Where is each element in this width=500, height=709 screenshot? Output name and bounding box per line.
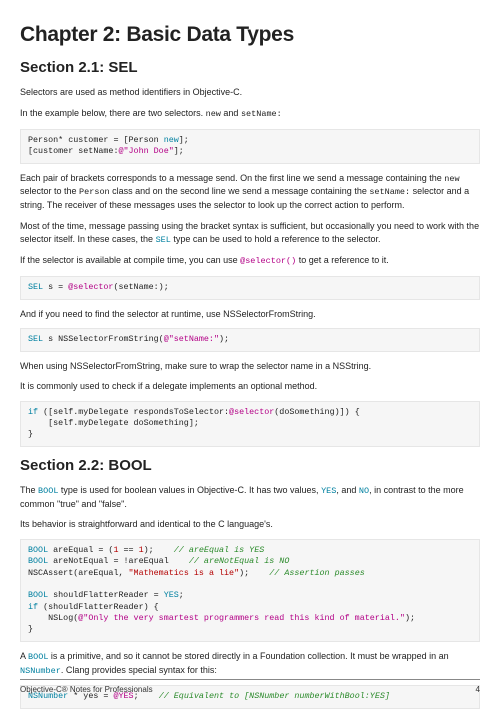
text: A [20, 651, 28, 661]
code: ); [219, 334, 229, 344]
code-cmt: // Assertion passes [269, 568, 365, 578]
code: ; [179, 590, 184, 600]
code-kw: BOOL [28, 556, 48, 566]
inline-code: NSNumber [20, 666, 61, 676]
code-block: if ([self.myDelegate respondsToSelector:… [20, 401, 480, 447]
code: shouldFlatterReader = [48, 590, 164, 600]
inline-code: setName: [241, 109, 282, 119]
code-sel: @selector [68, 282, 113, 292]
inline-code: new [206, 109, 221, 119]
code: NSLog( [28, 613, 78, 623]
footer-title: Objective-C® Notes for Professionals [20, 684, 153, 695]
code: s = [43, 282, 68, 292]
code-str: @"Only the very smartest programmers rea… [78, 613, 405, 623]
para: If the selector is available at compile … [20, 254, 480, 268]
code-sel: @selector [229, 407, 274, 417]
code-str: @"setName:" [164, 334, 219, 344]
text: type is used for boolean values in Objec… [58, 485, 321, 495]
inline-code: new [444, 174, 459, 184]
code: } [28, 624, 33, 634]
code-kw: new [164, 135, 179, 145]
text: . Clang provides special syntax for this… [61, 665, 217, 675]
code: ]; [174, 146, 184, 156]
para: The BOOL type is used for boolean values… [20, 484, 480, 510]
para: Each pair of brackets corresponds to a m… [20, 172, 480, 212]
code: s NSSelectorFromString( [43, 334, 164, 344]
inline-code: BOOL [28, 652, 48, 662]
text: and [221, 108, 241, 118]
code: NSCAssert(areEqual, [28, 568, 129, 578]
code: ([self.myDelegate respondsToSelector: [38, 407, 229, 417]
para: Its behavior is straightforward and iden… [20, 518, 480, 531]
text: selector to the [20, 186, 79, 196]
inline-code: @selector() [240, 256, 296, 266]
para: A BOOL is a primitive, and so it cannot … [20, 650, 480, 678]
code-kw: YES [164, 590, 179, 600]
code: ); [144, 545, 174, 555]
code: areEqual = ( [48, 545, 113, 555]
code-block: SEL s = @selector(setName:); [20, 276, 480, 299]
para: When using NSSelectorFromString, make su… [20, 360, 480, 373]
inline-code: BOOL [38, 486, 58, 496]
code: ]; [179, 135, 189, 145]
code: ); [405, 613, 415, 623]
code-kw: BOOL [28, 590, 48, 600]
para: It is commonly used to check if a delega… [20, 380, 480, 393]
page-footer: Objective-C® Notes for Professionals 4 [20, 679, 480, 695]
code: } [28, 429, 33, 439]
text: class and on the second line we send a m… [110, 186, 370, 196]
inline-code: SEL [156, 235, 171, 245]
code: [self.myDelegate doSomething]; [28, 418, 199, 428]
code-cmt: // areEqual is YES [174, 545, 264, 555]
text: In the example below, there are two sele… [20, 108, 206, 118]
code-kw: BOOL [28, 545, 48, 555]
inline-code: setName: [369, 187, 410, 197]
code: ); [239, 568, 269, 578]
text: If the selector is available at compile … [20, 255, 240, 265]
code-kw: SEL [28, 282, 43, 292]
text: to get a reference to it. [296, 255, 389, 265]
text: , and [336, 485, 359, 495]
chapter-title: Chapter 2: Basic Data Types [20, 20, 480, 49]
code: (shouldFlatterReader) { [38, 602, 159, 612]
text: is a primitive, and so it cannot be stor… [48, 651, 448, 661]
para: In the example below, there are two sele… [20, 107, 480, 121]
para: And if you need to find the selector at … [20, 308, 480, 321]
para: Selectors are used as method identifiers… [20, 86, 480, 99]
code: Person* customer = [Person [28, 135, 164, 145]
section-2-2-heading: Section 2.2: BOOL [20, 455, 480, 476]
code-kw: if [28, 407, 38, 417]
code-block: BOOL areEqual = (1 == 1); // areEqual is… [20, 539, 480, 642]
code-str: @"John Doe" [118, 146, 173, 156]
text: Each pair of brackets corresponds to a m… [20, 173, 444, 183]
para: Most of the time, message passing using … [20, 220, 480, 246]
code: (setName:); [113, 282, 168, 292]
inline-code: NO [359, 486, 369, 496]
page-number: 4 [476, 684, 480, 695]
code-kw: if [28, 602, 38, 612]
code: areNotEqual = !areEqual [48, 556, 189, 566]
code: == [118, 545, 138, 555]
code-str: "Mathematics is a lie" [129, 568, 240, 578]
inline-code: Person [79, 187, 110, 197]
code: [customer setName: [28, 146, 118, 156]
code-cmt: // areNotEqual is NO [189, 556, 290, 566]
section-2-1-heading: Section 2.1: SEL [20, 57, 480, 78]
text: The [20, 485, 38, 495]
text: type can be used to hold a reference to … [171, 234, 381, 244]
code: (doSomething)]) { [274, 407, 359, 417]
code-block: Person* customer = [Person new]; [custom… [20, 129, 480, 164]
code-kw: SEL [28, 334, 43, 344]
inline-code: YES [321, 486, 336, 496]
code-block: SEL s NSSelectorFromString(@"setName:"); [20, 328, 480, 351]
